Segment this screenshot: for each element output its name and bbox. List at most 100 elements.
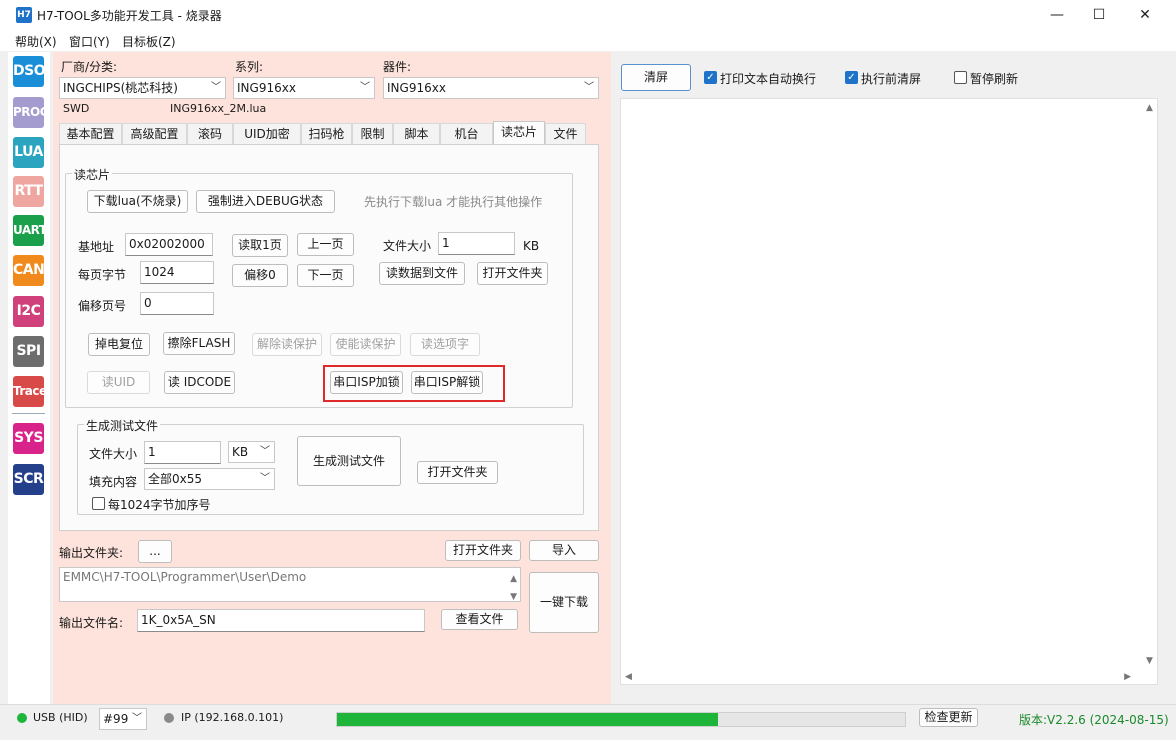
read-uid-button[interactable]: 读UID <box>87 371 150 394</box>
scroll-up-icon[interactable]: ▲ <box>1146 103 1153 113</box>
chevron-down-icon: ﹀ <box>132 713 142 724</box>
open-folder-button[interactable]: 打开文件夹 <box>477 262 548 285</box>
pause-refresh-checkbox[interactable] <box>954 71 967 84</box>
sequence-checkbox[interactable] <box>92 497 105 510</box>
auto-wrap-checkbox[interactable]: ✓ <box>704 71 717 84</box>
chevron-down-icon: ﹀ <box>211 82 221 93</box>
tab-uid-encrypt[interactable]: UID加密 <box>233 123 301 144</box>
scroll-left-icon[interactable]: ◀ <box>625 672 632 682</box>
scroll-up-icon[interactable]: ▲ <box>510 570 517 588</box>
output-open-folder-button[interactable]: 打开文件夹 <box>445 540 521 561</box>
tool-i2c[interactable]: I2C <box>13 296 44 327</box>
fill-content-select[interactable]: 全部0x55 ﹀ <box>144 468 275 490</box>
test-file-size-input[interactable]: 1 <box>144 441 221 464</box>
read-chip-group: 读芯片 下载lua(不烧录) 强制进入DEBUG状态 先执行下载lua 才能执行… <box>65 166 573 408</box>
page-bytes-input[interactable]: 1024 <box>140 261 214 284</box>
tab-scanner[interactable]: 扫码枪 <box>301 123 352 144</box>
output-name-input[interactable]: 1K_0x5A_SN <box>137 609 425 632</box>
tab-advanced-config[interactable]: 高级配置 <box>122 123 187 144</box>
device-id-select[interactable]: #99 ﹀ <box>99 708 147 730</box>
menu-help[interactable]: 帮助(X) <box>15 33 57 50</box>
tool-spi[interactable]: SPI <box>13 336 44 367</box>
tool-sys[interactable]: SYS <box>13 423 44 454</box>
power-reset-button[interactable]: 掉电复位 <box>88 333 150 356</box>
read-idcode-button[interactable]: 读 IDCODE <box>164 371 235 394</box>
import-button[interactable]: 导入 <box>529 540 599 561</box>
device-select[interactable]: ING916xx ﹀ <box>383 77 599 99</box>
output-path-value: EMMC\H7-TOOL\Programmer\User\Demo <box>63 570 307 584</box>
maximize-button[interactable]: ☐ <box>1076 0 1122 30</box>
tool-scr[interactable]: SCR <box>13 464 44 495</box>
chevron-down-icon: ﹀ <box>360 82 370 93</box>
uart-isp-unlock-button[interactable]: 串口ISP解锁 <box>411 371 483 394</box>
tab-machine[interactable]: 机台 <box>440 123 493 144</box>
close-button[interactable]: ✕ <box>1122 0 1168 30</box>
auto-wrap-label: 打印文本自动换行 <box>720 72 817 86</box>
read-page-button[interactable]: 读取1页 <box>232 234 288 257</box>
base-address-input[interactable]: 0x02002000 <box>125 233 213 256</box>
generate-test-file-button[interactable]: 生成测试文件 <box>297 436 401 486</box>
minimize-button[interactable]: — <box>1034 0 1080 30</box>
app-icon: H7 <box>16 7 32 23</box>
enable-read-protect-button[interactable]: 使能读保护 <box>330 333 401 356</box>
file-size-unit: KB <box>523 239 540 253</box>
clear-before-exec-checkbox[interactable]: ✓ <box>845 71 858 84</box>
check-update-button[interactable]: 检查更新 <box>919 708 978 727</box>
gen-test-file-group: 生成测试文件 文件大小 1 KB ﹀ 生成测试文件 打开文件夹 填充内容 全部0… <box>77 417 584 515</box>
test-open-folder-button[interactable]: 打开文件夹 <box>417 461 498 484</box>
series-label: 系列: <box>235 60 264 74</box>
next-page-button[interactable]: 下一页 <box>297 264 354 287</box>
series-select[interactable]: ING916xx ﹀ <box>233 77 375 99</box>
usb-status-label: USB (HID) <box>33 711 88 724</box>
read-option-bytes-button[interactable]: 读选项字 <box>410 333 480 356</box>
menu-window[interactable]: 窗口(Y) <box>69 33 110 50</box>
download-lua-button[interactable]: 下载lua(不烧录) <box>87 190 188 213</box>
horizontal-scrollbar[interactable]: ◀ ▶ <box>621 670 1157 684</box>
log-output[interactable]: ▲ ▼ ◀ ▶ <box>620 98 1158 685</box>
tool-rtt[interactable]: RTT <box>13 176 44 207</box>
tool-uart[interactable]: UART <box>13 215 47 246</box>
tab-rolling-code[interactable]: 滚码 <box>187 123 233 144</box>
offset-page-input[interactable]: 0 <box>140 292 214 315</box>
prev-page-button[interactable]: 上一页 <box>297 233 354 256</box>
file-size-input[interactable]: 1 <box>438 232 515 255</box>
one-key-download-button[interactable]: 一键下载 <box>529 572 599 633</box>
tab-read-chip[interactable]: 读芯片 <box>493 121 545 145</box>
scroll-down-icon[interactable]: ▼ <box>510 588 517 606</box>
erase-flash-button[interactable]: 擦除FLASH <box>163 332 235 355</box>
offset-zero-button[interactable]: 偏移0 <box>232 264 288 287</box>
chevron-down-icon: ﹀ <box>260 473 270 484</box>
force-debug-button[interactable]: 强制进入DEBUG状态 <box>196 190 335 213</box>
scroll-down-icon[interactable]: ▼ <box>1146 656 1153 666</box>
tab-file[interactable]: 文件 <box>545 123 586 144</box>
clear-screen-button[interactable]: 清屏 <box>621 64 691 91</box>
tool-trace[interactable]: Trace <box>13 376 47 407</box>
tool-can[interactable]: CAN <box>13 255 45 286</box>
read-to-file-button[interactable]: 读数据到文件 <box>379 262 465 285</box>
output-path-field[interactable]: EMMC\H7-TOOL\Programmer\User\Demo ▲ ▼ <box>59 567 521 602</box>
sequence-checkbox-label: 每1024字节加序号 <box>108 498 211 512</box>
tool-dso[interactable]: DSO <box>13 56 46 87</box>
menu-target-board[interactable]: 目标板(Z) <box>122 33 176 50</box>
vendor-select[interactable]: INGCHIPS(桃芯科技) ﹀ <box>59 77 226 99</box>
view-file-button[interactable]: 查看文件 <box>441 609 518 630</box>
test-unit-select[interactable]: KB ﹀ <box>228 441 275 463</box>
tool-prog[interactable]: PROG <box>13 97 50 128</box>
series-value: ING916xx <box>237 81 296 95</box>
tool-lua[interactable]: LUA <box>13 137 44 168</box>
tab-limit[interactable]: 限制 <box>352 123 393 144</box>
tab-basic-config[interactable]: 基本配置 <box>59 123 122 144</box>
scroll-right-icon[interactable]: ▶ <box>1124 672 1131 682</box>
title-bar: H7 H7-TOOL多功能开发工具 - 烧录器 — ☐ ✕ <box>0 0 1176 30</box>
gen-test-group-title: 生成测试文件 <box>84 417 161 434</box>
tab-script[interactable]: 脚本 <box>393 123 440 144</box>
browse-folder-button[interactable]: ... <box>138 540 172 563</box>
window-title: H7-TOOL多功能开发工具 - 烧录器 <box>37 9 222 23</box>
chevron-down-icon: ﹀ <box>584 82 594 93</box>
config-tabs: 基本配置 高级配置 滚码 UID加密 扫码枪 限制 脚本 机台 读芯片 文件 <box>59 121 599 145</box>
menu-bar: 帮助(X) 窗口(Y) 目标板(Z) <box>0 30 1176 51</box>
uart-isp-lock-button[interactable]: 串口ISP加锁 <box>330 371 403 394</box>
remove-read-protect-button[interactable]: 解除读保护 <box>252 333 322 356</box>
interface-label: SWD <box>63 102 90 115</box>
vertical-scrollbar[interactable]: ▲ ▼ <box>1143 99 1157 684</box>
